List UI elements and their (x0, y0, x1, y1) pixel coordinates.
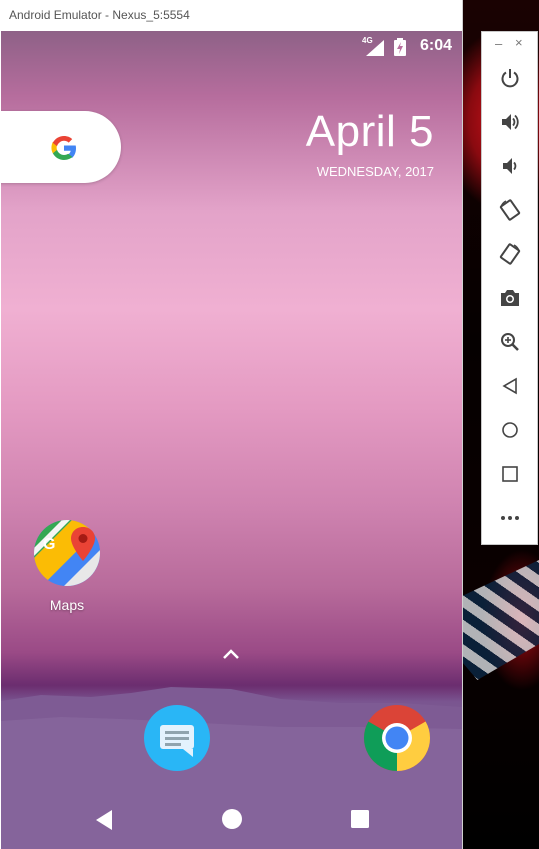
status-time: 6:04 (419, 37, 452, 54)
close-button[interactable]: × (515, 35, 523, 50)
signal-icon (366, 40, 384, 56)
desktop-pattern (462, 560, 539, 680)
emulator-window: Android Emulator - Nexus_5:5554 4G 6:04 … (0, 0, 463, 849)
rotate-left-button[interactable] (482, 190, 537, 230)
svg-text:G: G (43, 536, 55, 553)
toolbar-home-button[interactable] (482, 410, 537, 450)
volume-down-icon (502, 158, 516, 174)
toolbar-back-button[interactable] (482, 366, 537, 406)
zoom-button[interactable] (482, 322, 537, 362)
rotate-right-icon (499, 243, 520, 265)
volume-down-button[interactable] (482, 146, 537, 186)
window-title: Android Emulator - Nexus_5:5554 (0, 0, 462, 31)
power-button[interactable] (482, 58, 537, 98)
app-icon-maps[interactable]: G Maps (32, 519, 102, 613)
power-icon (501, 69, 518, 88)
status-bar: 4G 6:04 (1, 31, 462, 61)
toolbar-overview-button[interactable] (482, 454, 537, 494)
recents-icon[interactable] (350, 809, 370, 829)
screenshot-button[interactable] (482, 278, 537, 318)
back-icon (501, 377, 517, 395)
zoom-icon (500, 333, 519, 351)
volume-up-icon (501, 114, 519, 130)
minimize-button[interactable]: – (495, 36, 502, 51)
app-drawer-arrow-icon[interactable] (222, 648, 240, 660)
overview-icon (501, 466, 518, 482)
maps-label: Maps (49, 597, 85, 613)
home-icon (501, 422, 518, 438)
more-button[interactable] (482, 498, 537, 538)
home-icon[interactable] (221, 808, 243, 830)
rotate-left-icon (499, 199, 520, 221)
more-icon (500, 516, 519, 520)
google-search-pill[interactable] (1, 111, 121, 183)
back-icon[interactable] (94, 809, 114, 831)
chrome-icon[interactable] (363, 704, 431, 772)
device-screen[interactable]: 4G 6:04 April 5 WEDNESDAY, 2017 G Maps (1, 31, 462, 849)
camera-icon (500, 290, 519, 306)
clock-weekday[interactable]: WEDNESDAY, 2017 (317, 164, 434, 179)
rotate-right-button[interactable] (482, 234, 537, 274)
volume-up-button[interactable] (482, 102, 537, 142)
google-g-icon (51, 136, 76, 160)
google-maps-icon: G (34, 520, 100, 586)
battery-icon (394, 38, 406, 56)
clock-date[interactable]: April 5 (306, 107, 434, 157)
emulator-toolbar: – × (481, 31, 538, 545)
messages-icon[interactable] (143, 704, 211, 772)
